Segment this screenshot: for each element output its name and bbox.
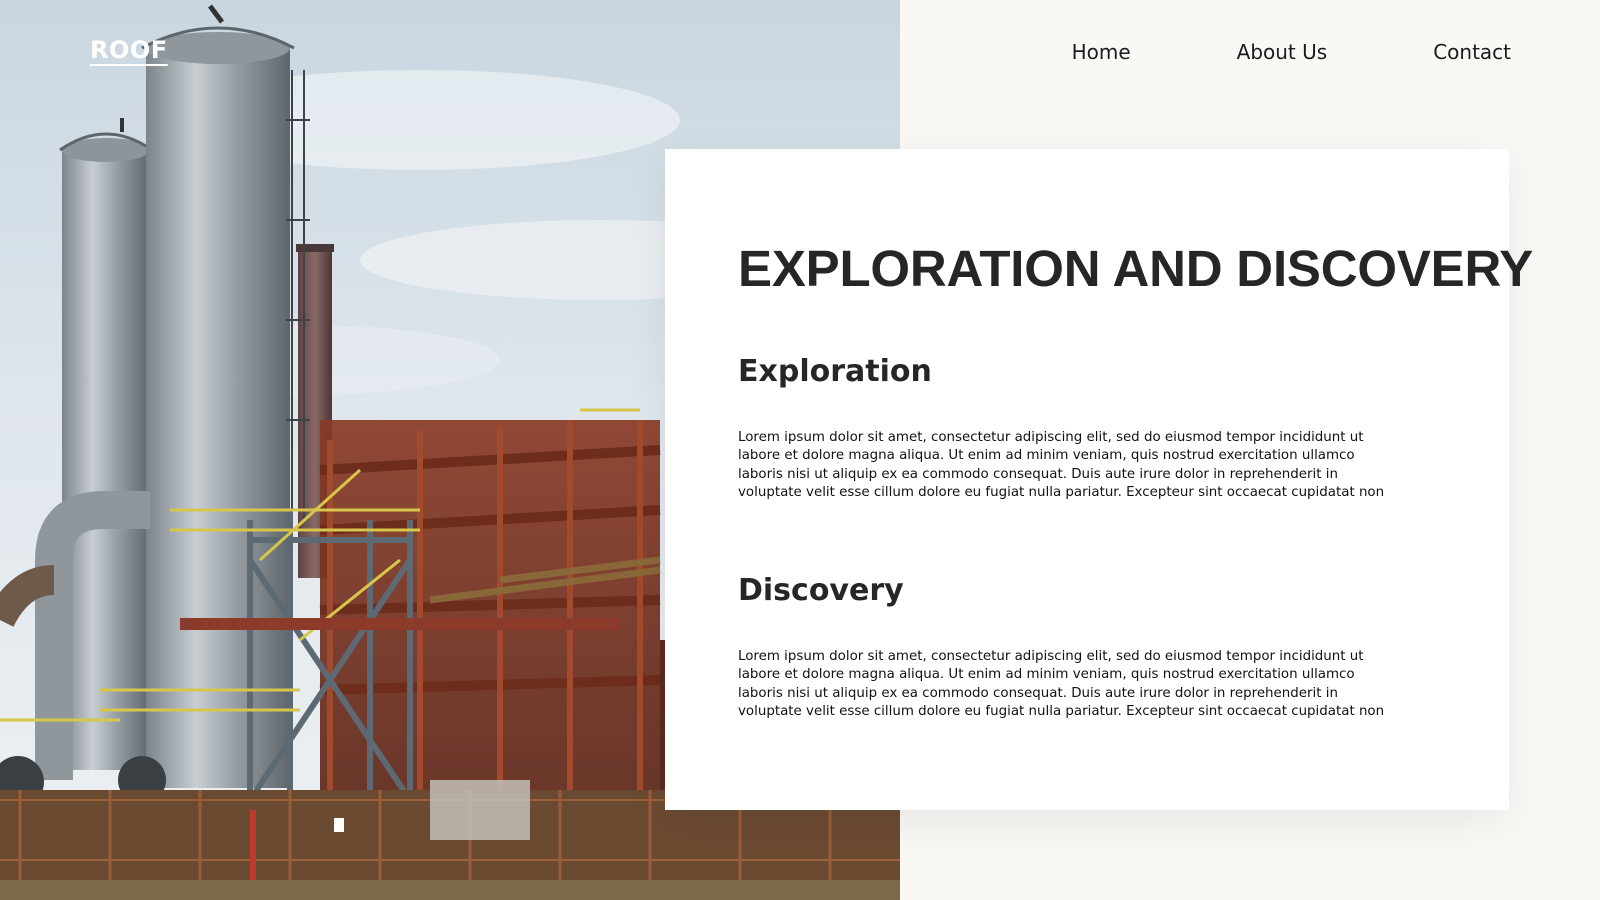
- content-card: EXPLORATION AND DISCOVERY Exploration Lo…: [665, 149, 1533, 810]
- logo-link[interactable]: ROOF: [90, 36, 168, 64]
- nav-item-about-us[interactable]: About Us: [1237, 40, 1328, 64]
- page-title: EXPLORATION AND DISCOVERY: [738, 240, 1534, 297]
- section-body-exploration: Lorem ipsum dolor sit amet, consectetur …: [738, 430, 1385, 500]
- section-body-discovery: Lorem ipsum dolor sit amet, consectetur …: [738, 649, 1385, 719]
- section-heading-discovery: Discovery: [738, 573, 904, 608]
- nav-item-home[interactable]: Home: [1072, 40, 1131, 64]
- main-nav: Home About Us Contact: [1072, 40, 1511, 64]
- section-heading-exploration: Exploration: [738, 354, 932, 389]
- nav-item-contact[interactable]: Contact: [1433, 40, 1511, 64]
